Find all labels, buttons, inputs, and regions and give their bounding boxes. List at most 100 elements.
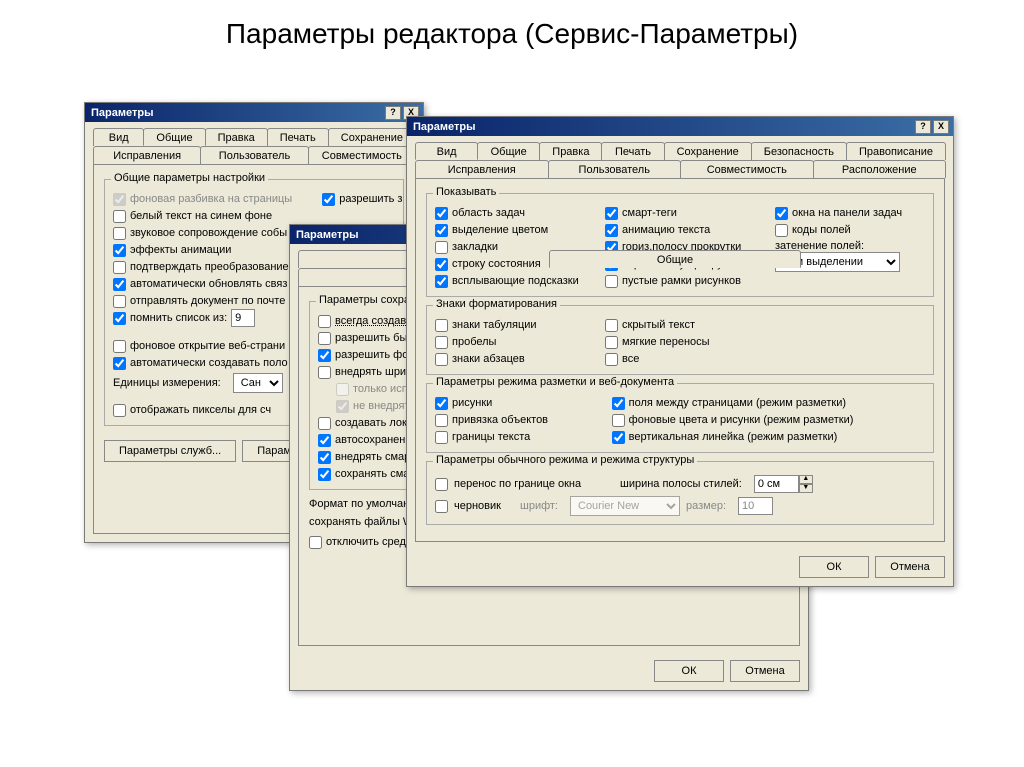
help-icon[interactable]: ? [385,106,401,120]
tab-general[interactable]: Общие [143,128,205,146]
marks-col2-label-2: все [622,353,639,365]
show-col1-label-0: область задач [452,207,525,219]
layout-col2-cb-0[interactable] [612,397,625,410]
cb-savesmart[interactable] [318,468,331,481]
tab-edit[interactable]: Правка [205,128,268,146]
marks-col2-cb-0[interactable] [605,319,618,332]
cb-anim[interactable] [113,244,126,257]
group-show-label: Показывать [433,186,499,198]
show-col1-label-3: строку состояния [452,258,541,270]
tab-user[interactable]: Пользователь [200,146,308,164]
show-col3-cb-0[interactable] [775,207,788,220]
tab-revisions[interactable]: Исправления [415,160,549,178]
tab-security[interactable]: Безопасность [751,142,847,160]
style-width-input[interactable] [754,475,799,493]
marks-col1-cb-2[interactable] [435,353,448,366]
cb-white[interactable] [113,210,126,223]
cb-autoupd[interactable] [113,278,126,291]
group-marks-label: Знаки форматирования [433,298,560,310]
tab-location[interactable]: Расположение [813,160,947,178]
save-word-label: сохранять файлы Wo [309,516,419,528]
tab-user[interactable]: Пользователь [548,160,682,178]
cb-autocanvas-label: автоматически создавать поло [130,357,288,369]
show-col1-cb-3[interactable] [435,258,448,271]
tab-compat[interactable]: Совместимость [680,160,814,178]
layout-col2-cb-2[interactable] [612,431,625,444]
layout-col1-label-1: привязка объектов [452,414,548,426]
style-width-label: ширина полосы стилей: [620,478,742,490]
show-col1-cb-4[interactable] [435,275,448,288]
layout-col2-label-0: поля между страницами (режим разметки) [629,397,846,409]
layout-col1-cb-2[interactable] [435,431,448,444]
cb-draft[interactable] [435,500,448,513]
font-select: Courier New [570,496,680,516]
help-icon[interactable]: ? [915,120,931,134]
cb-autocanvas[interactable] [113,357,126,370]
ok-button[interactable]: ОК [799,556,869,578]
cb-autoupd-label: автоматически обновлять связ [130,278,287,290]
ok-button[interactable]: ОК [654,660,724,682]
close-icon[interactable]: X [933,120,949,134]
group-normal-label: Параметры обычного режима и режима струк… [433,454,697,466]
tab-revisions[interactable]: Исправления [93,146,201,164]
layout-col1-cb-1[interactable] [435,414,448,427]
cb-remember[interactable] [113,312,126,325]
cb-embed[interactable] [318,366,331,379]
show-col3-cb-1[interactable] [775,224,788,237]
tab-spelling[interactable]: Правописание [846,142,946,160]
cb-confirm-label: подтверждать преобразование [130,261,289,273]
page-title: Параметры редактора (Сервис-Параметры) [0,0,1024,58]
cb-disable[interactable] [309,536,322,549]
marks-col2-cb-2[interactable] [605,353,618,366]
marks-col1-cb-0[interactable] [435,319,448,332]
btn-services[interactable]: Параметры служб... [104,440,236,462]
cb-always[interactable] [318,315,331,328]
tab-general[interactable]: Общие [477,142,540,160]
tab-print[interactable]: Печать [601,142,664,160]
cb-permit[interactable] [322,193,335,206]
marks-col2-label-1: мягкие переносы [622,336,710,348]
cb-autosave[interactable] [318,434,331,447]
cb-pixels[interactable] [113,404,126,417]
cb-sound[interactable] [113,227,126,240]
show-col1-cb-2[interactable] [435,241,448,254]
cancel-button[interactable]: Отмена [730,660,800,682]
cancel-button[interactable]: Отмена [875,556,945,578]
show-col1-label-1: выделение цветом [452,224,548,236]
show-col1-label-2: закладки [452,241,498,253]
cb-send-label: отправлять документ по почте [130,295,285,307]
cb-bg[interactable] [318,349,331,362]
cb-bgweb[interactable] [113,340,126,353]
tab-view[interactable]: Вид [93,128,144,146]
show-col2-cb-4[interactable] [605,275,618,288]
cb-wrap[interactable] [435,478,448,491]
spin-down-icon[interactable]: ▼ [799,484,813,493]
marks-col1-cb-1[interactable] [435,336,448,349]
tab-compat[interactable]: Совместимость [308,146,416,164]
marks-col2-cb-1[interactable] [605,336,618,349]
show-col2-cb-0[interactable] [605,207,618,220]
size-label: размер: [686,500,726,512]
spin-up-icon[interactable]: ▲ [799,475,813,484]
tab-view[interactable]: Вид [415,142,478,160]
cb-confirm[interactable] [113,261,126,274]
cb-send[interactable] [113,295,126,308]
cb-quick[interactable] [318,332,331,345]
show-col2-cb-1[interactable] [605,224,618,237]
layout-col2-cb-1[interactable] [612,414,625,427]
tab-save[interactable]: Сохранение [664,142,752,160]
window-title: Параметры [413,121,475,133]
style-width-spinner[interactable]: ▲▼ [754,475,813,493]
show-col1-cb-0[interactable] [435,207,448,220]
tab-save[interactable]: Сохранение [328,128,416,146]
show-col1-cb-1[interactable] [435,224,448,237]
cb-local[interactable] [318,417,331,430]
remember-input[interactable] [231,309,255,327]
cb-smart[interactable] [318,451,331,464]
tab-print[interactable]: Печать [267,128,329,146]
tab-edit[interactable]: Правка [539,142,602,160]
tab-general[interactable]: Общие [549,250,801,268]
units-select[interactable]: Сан [233,373,283,393]
cb-bgweb-label: фоновое открытие веб-страни [130,340,285,352]
layout-col1-cb-0[interactable] [435,397,448,410]
